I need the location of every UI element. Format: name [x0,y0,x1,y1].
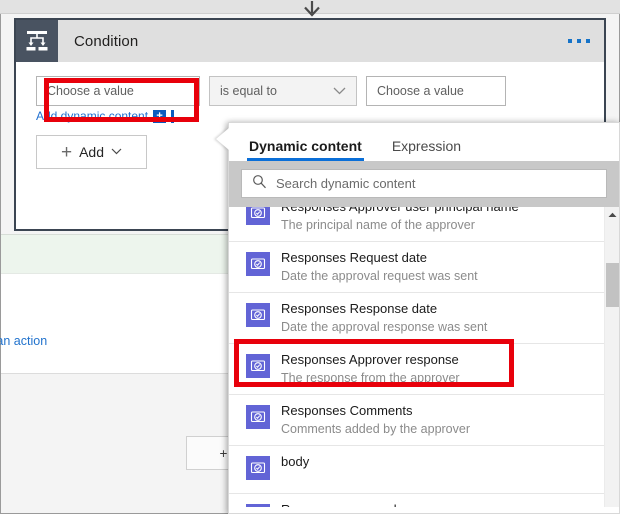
list-item-title: Responses Approver response [281,352,459,367]
list-item[interactable]: Responses Comments Comments added by the… [229,395,619,446]
plus-badge-icon: + [153,109,167,123]
condition-operator-dropdown[interactable]: is equal to [209,76,357,106]
approval-token-icon [246,252,270,276]
list-item-title: Responses Request date [281,250,427,265]
ellipsis-icon[interactable] [568,39,590,43]
dynamic-content-flyout: Dynamic content Expression Search dynami… [228,122,620,514]
list-item-texts: Responses Request date Date the approval… [281,250,478,284]
list-item-texts: Responses responder [281,502,408,507]
list-item[interactable]: body [229,446,619,494]
list-item-title: Responses Response date [281,301,438,316]
list-item[interactable]: Responses Response date Date the approva… [229,293,619,344]
list-scrollbar[interactable] [604,207,619,507]
dynamic-content-list: Responses Approver user principal name T… [229,207,619,507]
add-dynamic-content-link[interactable]: Add dynamic content + [36,109,175,123]
condition-title: Condition [74,32,139,50]
list-item-texts: Responses Comments Comments added by the… [281,403,470,437]
tab-expression-label: Expression [391,138,462,154]
chevron-down-icon [111,147,122,158]
list-item-texts: Responses Approver response The response… [281,352,460,386]
tab-dynamic-content-label: Dynamic content [249,138,362,154]
approval-token-icon [246,354,270,378]
list-item-texts: body [281,454,309,470]
condition-left-value-field[interactable]: Choose a value [36,76,200,106]
add-dynamic-content-label: Add dynamic content [36,109,149,123]
list-item-title: Responses Comments [281,403,413,418]
search-container: Search dynamic content [229,161,619,207]
tab-expression[interactable]: Expression [390,138,463,161]
add-an-action-link[interactable]: d an action [0,334,47,348]
approval-token-icon [246,456,270,480]
flyout-tabs: Dynamic content Expression [229,123,619,161]
approval-token-icon [246,207,270,225]
screenshot-root: Condition Choose a value is equal to Cho… [0,0,620,514]
search-input[interactable]: Search dynamic content [241,169,607,198]
list-item-subtitle: Date the approval response was sent [281,320,488,334]
scrollbar-thumb[interactable] [606,263,619,307]
add-button[interactable]: + Add [36,135,147,169]
condition-right-value-field[interactable]: Choose a value [366,76,506,106]
tab-dynamic-content[interactable]: Dynamic content [247,138,364,161]
approval-token-icon [246,405,270,429]
list-item-texts: Responses Approver user principal name T… [281,207,519,233]
condition-left-value-text: Choose a value [47,84,134,98]
condition-branch-icon [16,20,58,62]
chevron-down-icon [333,84,346,98]
search-placeholder: Search dynamic content [276,176,416,191]
list-item-title: Responses responder [281,502,408,507]
arrow-down-icon [300,0,324,18]
scroll-up-arrow-icon[interactable] [605,207,619,223]
list-item-title: Responses Approver user principal name [281,207,519,215]
list-item-subtitle: Date the approval request was sent [281,269,478,283]
condition-operator-text: is equal to [220,84,277,98]
cursor-caret [171,109,175,123]
list-item-title: body [281,454,310,469]
list-item[interactable]: Responses Request date Date the approval… [229,242,619,293]
list-item[interactable]: Responses responder [229,494,619,507]
condition-right-value-text: Choose a value [377,84,464,98]
list-item-subtitle: Comments added by the approver [281,422,470,436]
approval-token-icon [246,504,270,507]
list-item-subtitle: The response from the approver [281,371,460,385]
search-icon [252,174,267,194]
condition-card-header: Condition [16,20,604,62]
list-item[interactable]: Responses Approver response The response… [229,344,619,395]
list-item[interactable]: Responses Approver user principal name T… [229,207,619,242]
plus-icon: + [60,141,73,163]
dynamic-content-list-inner: Responses Approver user principal name T… [229,207,619,507]
condition-row: Choose a value is equal to Choose a valu… [36,76,584,106]
flyout-pointer [216,128,229,150]
list-item-subtitle: The principal name of the approver [281,218,475,232]
approval-token-icon [246,303,270,327]
list-item-texts: Responses Response date Date the approva… [281,301,487,335]
add-button-label: Add [79,144,105,160]
